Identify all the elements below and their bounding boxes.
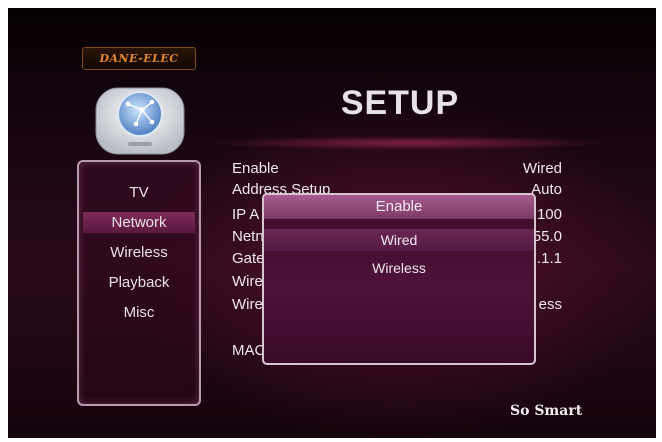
frame-border xyxy=(0,0,662,8)
popup-option-wired[interactable]: Wired xyxy=(264,229,534,251)
setting-value: 55.0 xyxy=(532,228,562,245)
title-underline xyxy=(210,136,600,150)
frame-border xyxy=(656,0,662,442)
setting-value: Wired xyxy=(522,160,562,177)
frame-border xyxy=(0,438,662,442)
setting-value: .100 xyxy=(532,206,562,223)
tv-screen: DANE-ELEC SETUP TV Network Wireless Play… xyxy=(0,0,662,442)
setting-label: IP A xyxy=(232,206,260,223)
settings-sidebar: TV Network Wireless Playback Misc xyxy=(77,160,201,406)
sidebar-item-network[interactable]: Network xyxy=(83,212,195,233)
sidebar-item-playback[interactable]: Playback xyxy=(83,272,195,293)
setting-value: Auto xyxy=(531,181,562,198)
setting-label: Wire xyxy=(232,273,263,290)
popup-option-wireless[interactable]: Wireless xyxy=(264,257,534,279)
setting-row-enable[interactable]: Enable Wired xyxy=(232,160,562,180)
frame-border xyxy=(0,0,8,442)
media-player-icon xyxy=(95,87,185,155)
setting-label: Gate xyxy=(232,250,265,267)
setting-value: .1.1 xyxy=(536,250,562,267)
setting-label: Enable xyxy=(232,160,279,177)
setting-label: Wire xyxy=(232,296,263,313)
sidebar-item-tv[interactable]: TV xyxy=(83,182,195,203)
sidebar-item-wireless[interactable]: Wireless xyxy=(83,242,195,263)
popup-title: Enable xyxy=(264,195,534,219)
brand-tagline: So Smart xyxy=(510,403,583,419)
sidebar-item-misc[interactable]: Misc xyxy=(83,302,195,323)
enable-popup: Enable Wired Wireless xyxy=(262,193,536,365)
setting-label: Netn xyxy=(232,228,264,245)
setting-value: ess xyxy=(538,296,562,313)
page-title: SETUP xyxy=(340,84,460,122)
setting-label: MAC xyxy=(232,342,266,359)
brand-logo: DANE-ELEC xyxy=(82,47,196,70)
